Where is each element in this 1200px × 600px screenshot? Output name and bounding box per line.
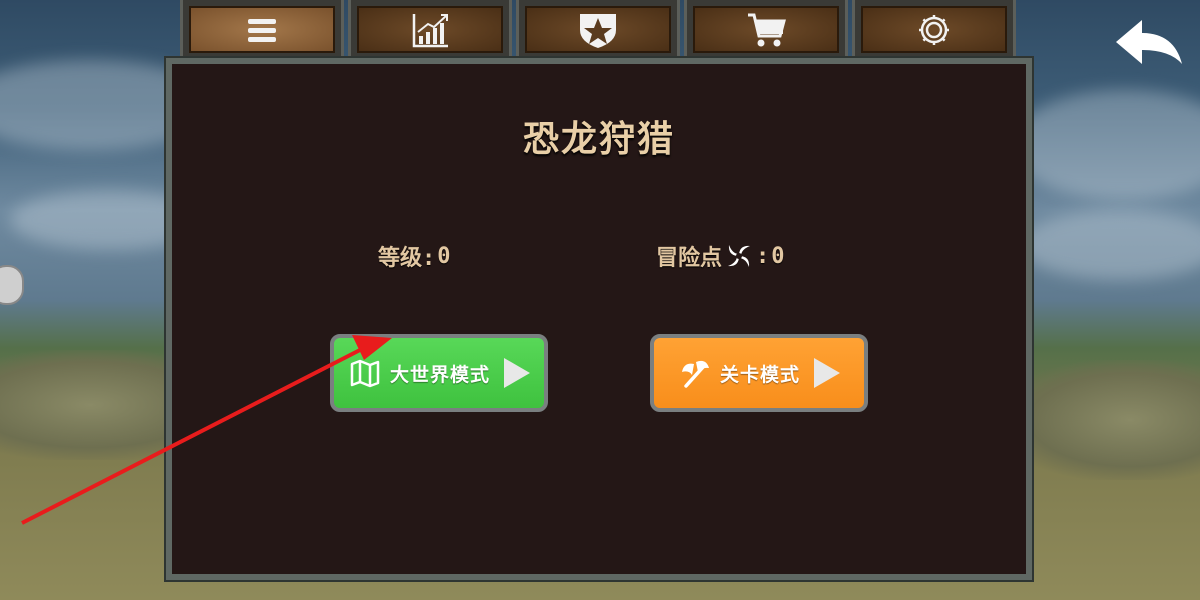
adventure-points-value: 0	[771, 243, 785, 269]
swirl-icon	[724, 241, 754, 271]
main-panel: 恐龙狩猎 等级: 0 冒险点 : 0 大世界模式 关卡模式	[164, 56, 1034, 582]
adventure-points-separator: :	[756, 243, 770, 269]
tab-settings[interactable]	[852, 0, 1016, 62]
side-badge[interactable]	[0, 265, 24, 305]
tab-shop[interactable]	[684, 0, 848, 62]
tab-achievements[interactable]	[516, 0, 680, 62]
play-icon	[814, 358, 840, 388]
tab-menu[interactable]	[180, 0, 344, 62]
shopping-cart-icon	[748, 13, 786, 46]
adventure-points-stat: 冒险点 : 0	[656, 240, 785, 272]
back-button[interactable]	[1112, 16, 1188, 72]
top-tab-bar	[180, 0, 1020, 62]
back-arrow-icon	[1116, 20, 1182, 64]
level-value: 0	[437, 243, 451, 269]
world-mode-button[interactable]: 大世界模式	[330, 334, 548, 412]
world-mode-label: 大世界模式	[389, 363, 490, 386]
map-icon	[348, 356, 382, 390]
stage-mode-label: 关卡模式	[719, 363, 800, 386]
tab-stats[interactable]	[348, 0, 512, 62]
stats-chart-icon	[412, 13, 448, 47]
sky-cloud	[1020, 210, 1200, 280]
battle-axe-icon	[678, 356, 712, 390]
star-shield-icon	[580, 13, 616, 48]
level-label: 等级:	[378, 246, 436, 271]
menu-icon	[248, 18, 276, 42]
adventure-points-label: 冒险点	[656, 246, 723, 271]
page-title: 恐龙狩猎	[522, 119, 675, 160]
level-stat: 等级: 0	[378, 240, 451, 272]
gear-icon	[919, 14, 949, 45]
play-icon	[504, 358, 530, 388]
stage-mode-button[interactable]: 关卡模式	[650, 334, 868, 412]
sky-cloud	[1010, 90, 1200, 200]
